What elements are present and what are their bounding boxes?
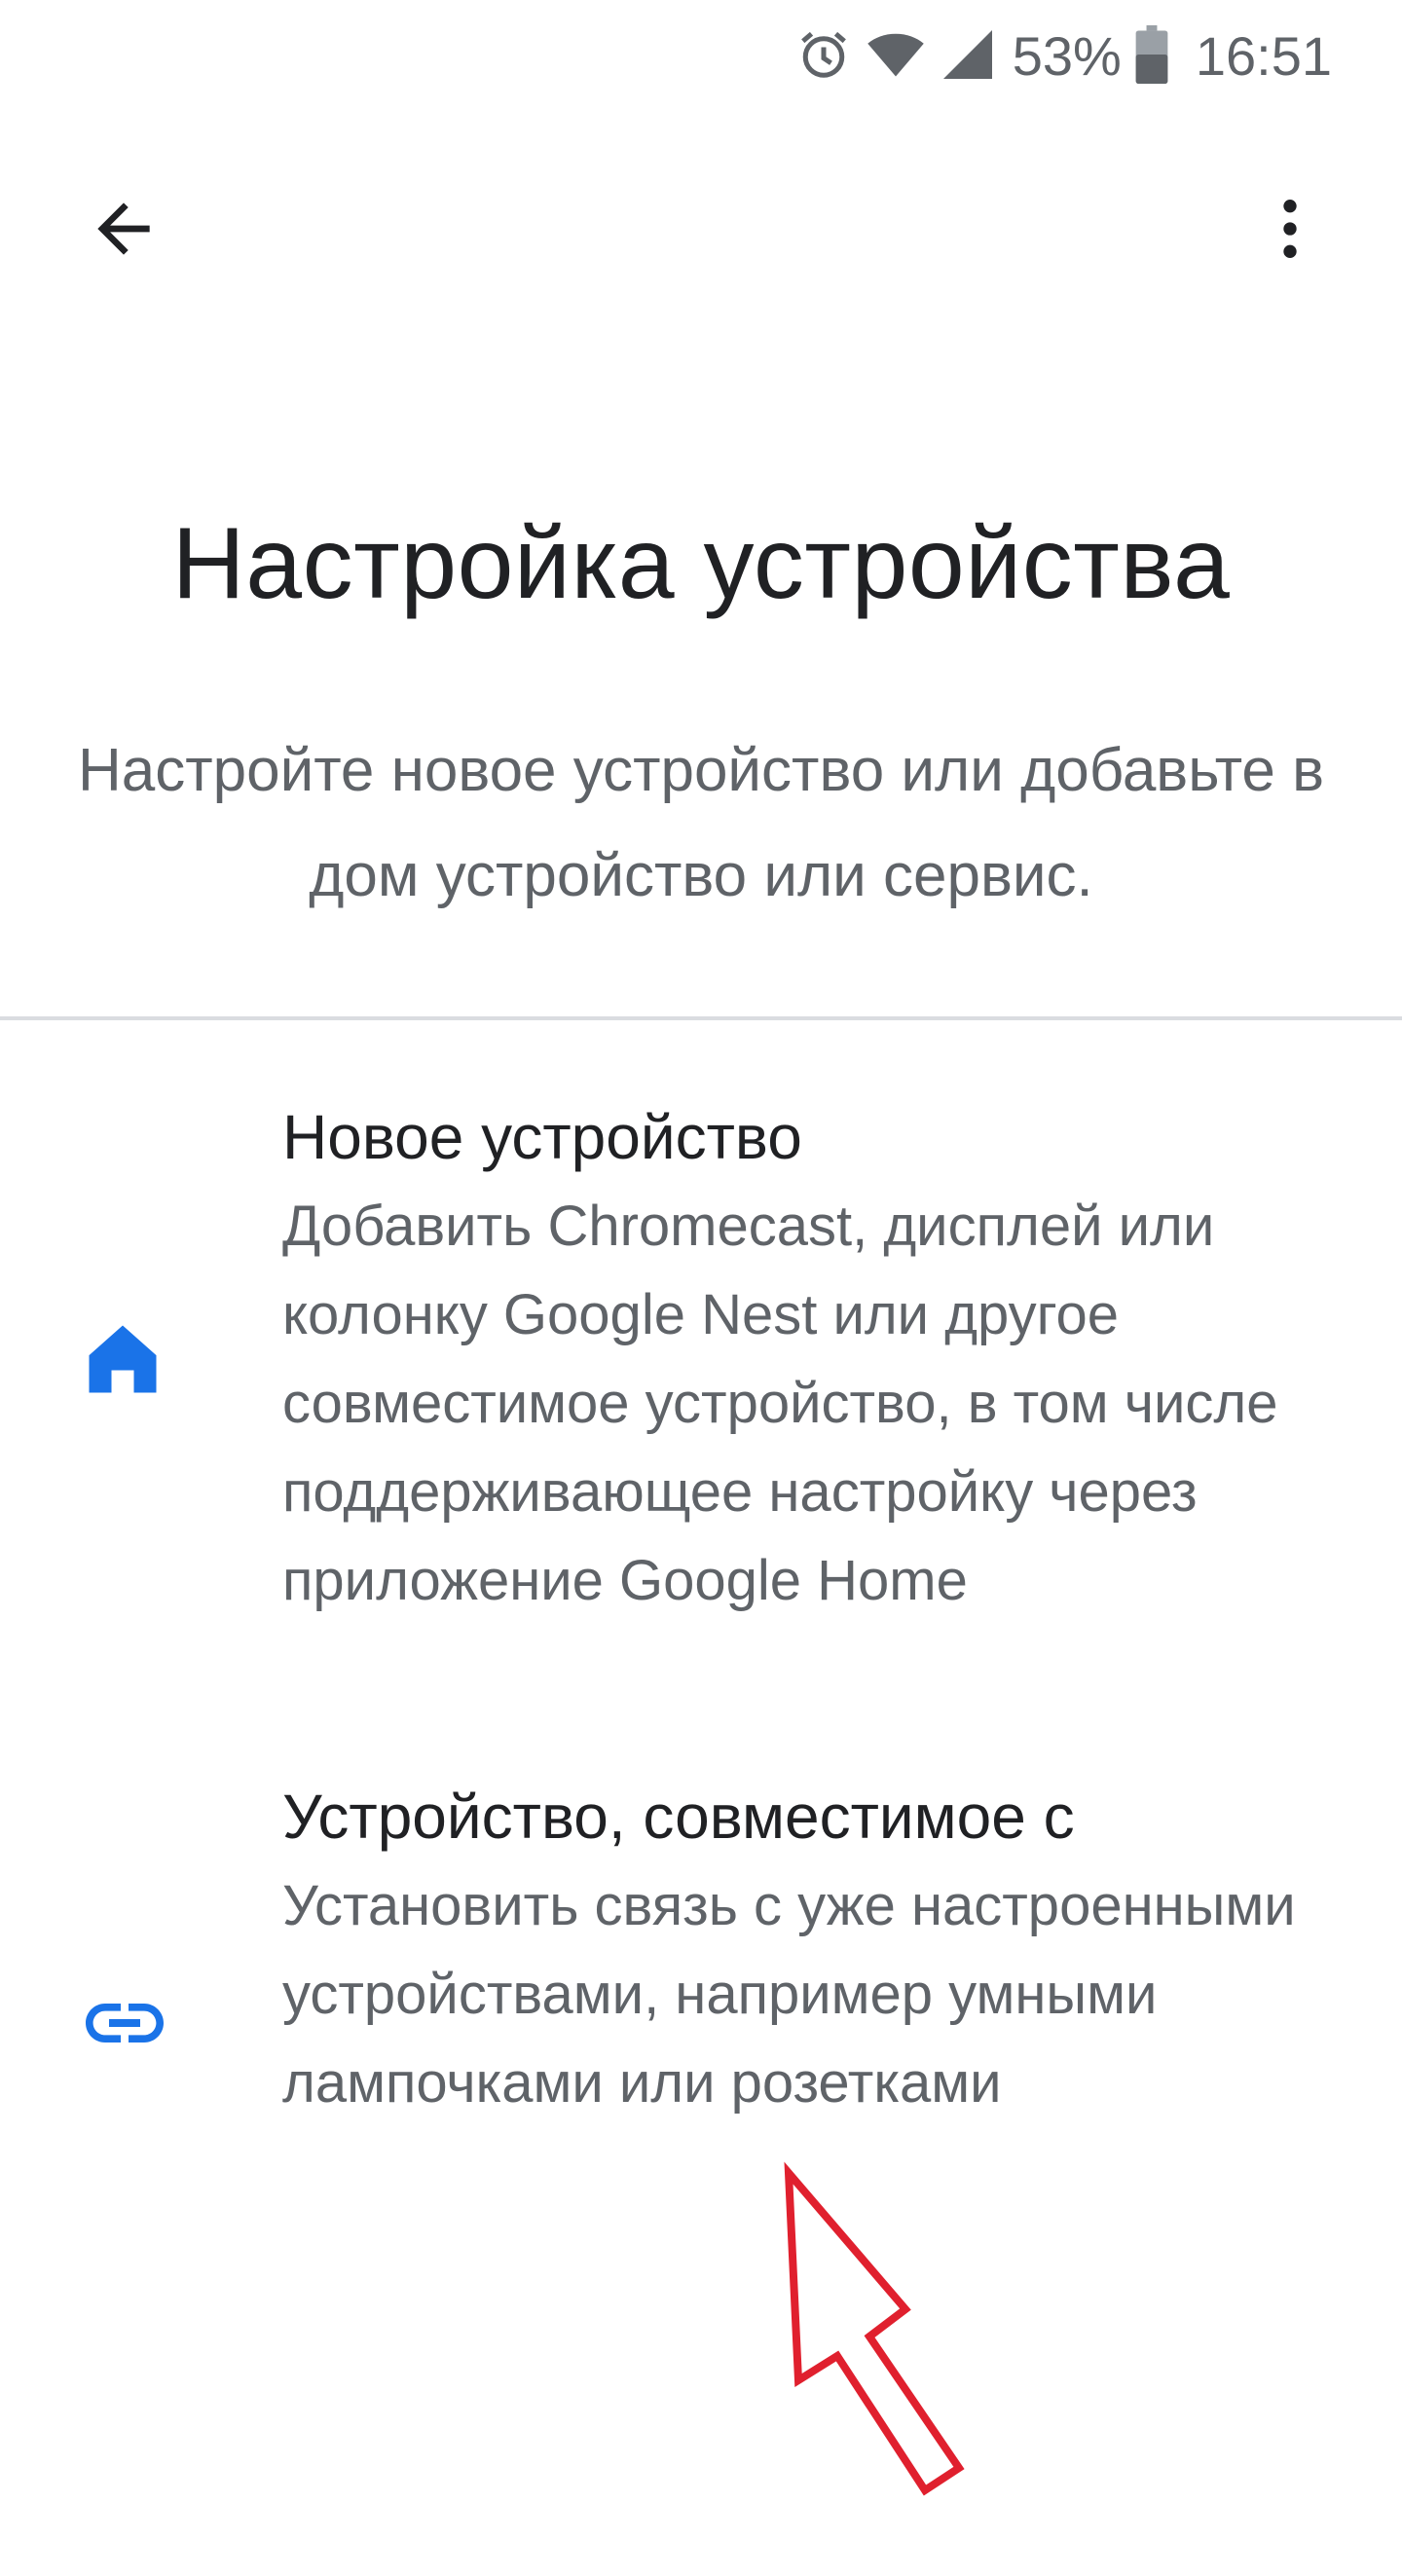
wifi-icon — [865, 25, 927, 89]
more-options-button[interactable] — [1236, 175, 1344, 282]
link-icon — [78, 1976, 171, 2075]
alarm-icon — [794, 25, 853, 89]
new-device-description: Добавить Chromecast, дисплей или колонку… — [282, 1195, 1278, 1612]
status-icons: 53% 16:51 — [794, 21, 1332, 92]
new-device-option[interactable]: Новое устройство Добавить Chromecast, ди… — [0, 1092, 1402, 1638]
page-subtitle: Настройте новое устройство или добавьте … — [77, 737, 1325, 909]
compatible-device-title: Устройство, совместимое с — [282, 1782, 1075, 1852]
compatible-device-description: Установить связь с уже настроенными устр… — [282, 1874, 1296, 2115]
arrow-back-icon — [97, 202, 150, 255]
page-title: Настройка устройства — [171, 507, 1231, 620]
status-bar: 53% 16:51 — [0, 0, 1402, 115]
back-button[interactable] — [70, 175, 177, 282]
clock: 16:51 — [1195, 25, 1332, 87]
new-device-text: Новое устройство Добавить Chromecast, ди… — [282, 1092, 1344, 1625]
battery-icon — [1135, 24, 1168, 89]
battery-percentage: 53% — [1012, 25, 1122, 87]
new-device-title: Новое устройство — [282, 1102, 802, 1172]
compatible-device-option[interactable]: Устройство, совместимое с Установить свя… — [0, 1772, 1402, 2239]
home-icon — [78, 1314, 167, 1409]
divider — [0, 1016, 1402, 1020]
cell-signal-icon — [939, 25, 997, 89]
annotation-arrow-icon — [784, 2161, 965, 2496]
compatible-device-text: Устройство, совместимое с Установить свя… — [282, 1772, 1344, 2127]
more-vert-icon — [1283, 200, 1297, 258]
